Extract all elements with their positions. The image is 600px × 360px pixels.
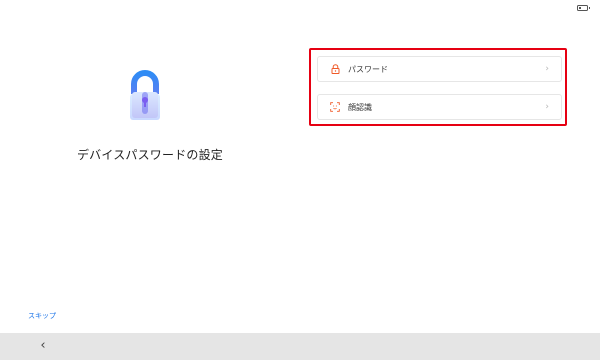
battery-level xyxy=(579,7,582,9)
status-bar xyxy=(0,0,600,18)
password-option-label: パスワード xyxy=(348,64,388,74)
lock-icon xyxy=(330,64,340,74)
back-button[interactable]: ‹ xyxy=(36,337,50,355)
lock-illustration-icon xyxy=(127,70,163,122)
skip-link[interactable]: スキップ xyxy=(28,311,56,321)
battery-icon xyxy=(577,5,590,11)
password-option[interactable]: パスワード › xyxy=(317,56,562,82)
face-recognition-option-label: 顔認識 xyxy=(348,102,372,112)
chevron-right-icon: › xyxy=(545,64,549,74)
face-recognition-icon xyxy=(330,102,340,112)
chevron-right-icon: › xyxy=(545,102,549,112)
page-title: デバイスパスワードの設定 xyxy=(76,148,224,162)
face-recognition-option[interactable]: 顔認識 › xyxy=(317,94,562,120)
navigation-bar: ‹ xyxy=(0,333,600,360)
